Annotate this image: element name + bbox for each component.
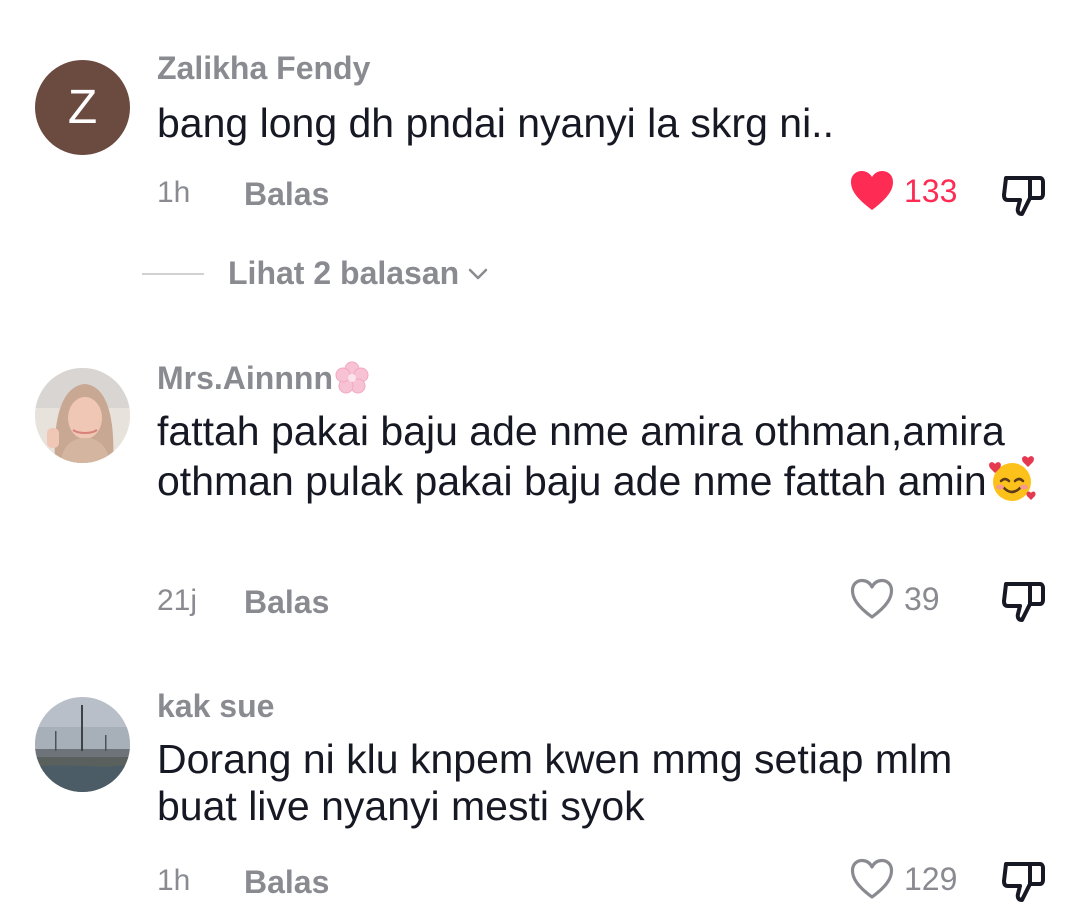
like-count: 129 (904, 860, 958, 897)
avatar-photo (35, 697, 130, 792)
avatar[interactable] (35, 697, 130, 792)
reply-button[interactable]: Balas (244, 864, 329, 901)
thumbs-down-icon (1002, 862, 1045, 902)
comment-username[interactable]: kak sue (157, 688, 274, 725)
heart-outline-icon (850, 858, 894, 899)
like-button[interactable]: 129 (850, 858, 957, 900)
comment-text-body: Dorang ni klu knpem kwen mmg setiap mlm … (157, 736, 953, 829)
comment-text: Dorang ni klu knpem kwen mmg setiap mlm … (157, 736, 1037, 830)
comment-item: kak sue Dorang ni klu knpem kwen mmg set… (0, 0, 1080, 905)
dislike-button[interactable] (1000, 858, 1048, 906)
comment-time: 1h (157, 864, 191, 897)
